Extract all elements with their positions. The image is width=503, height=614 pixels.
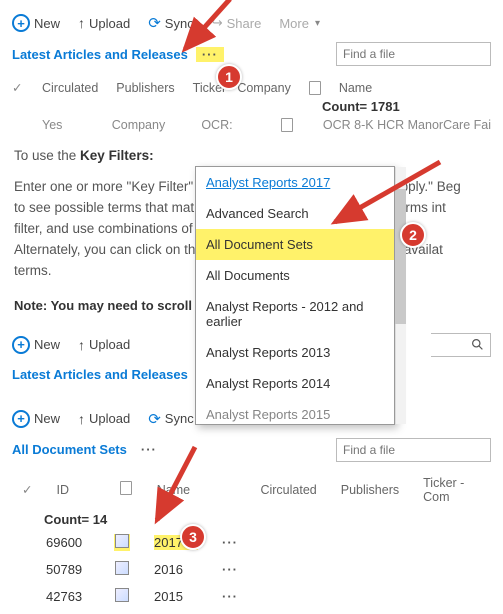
- upload-button-2[interactable]: ↑Upload: [78, 337, 130, 353]
- search-box-2-partial[interactable]: [431, 333, 491, 357]
- docset-icon: [115, 588, 129, 602]
- dd-item-analyst-2014[interactable]: Analyst Reports 2014: [196, 368, 394, 399]
- sync-button-3[interactable]: ⟳Sync: [148, 410, 193, 428]
- col-name[interactable]: Name: [339, 81, 372, 95]
- file-type-icon: [120, 481, 132, 495]
- table-row[interactable]: 50789 2016 ···: [12, 556, 491, 583]
- plus-icon: +: [12, 14, 30, 32]
- row-name[interactable]: 2015: [154, 589, 198, 604]
- search-input-3[interactable]: [343, 443, 498, 457]
- col-circulated-3[interactable]: Circulated: [260, 483, 316, 497]
- view-title-2[interactable]: Latest Articles and Releases: [12, 367, 188, 382]
- col-ticker-3[interactable]: Ticker - Com: [423, 476, 485, 504]
- file-type-icon: [309, 81, 321, 95]
- search-box-3[interactable]: [336, 438, 491, 462]
- plus-icon: +: [12, 410, 30, 428]
- count-row-1: Count= 1781: [12, 99, 491, 118]
- docset-icon: [115, 561, 129, 575]
- upload-button-3[interactable]: ↑Upload: [78, 411, 130, 427]
- section-3: +New ↑Upload ⟳Sync ↪Share More▾ All Docu…: [0, 394, 503, 614]
- dd-item-analyst-2012-earlier[interactable]: Analyst Reports - 2012 and earlier: [196, 291, 394, 337]
- new-button-3[interactable]: +New: [12, 410, 60, 428]
- row-name[interactable]: 2016: [154, 562, 198, 577]
- docset-icon: [115, 534, 129, 548]
- row-id: 42763: [46, 589, 90, 604]
- more-button[interactable]: More▾: [279, 16, 320, 31]
- view-title-3[interactable]: All Document Sets: [12, 442, 127, 457]
- table-row[interactable]: 42763 2015 ···: [12, 583, 491, 610]
- callout-1: 1: [216, 64, 242, 90]
- col-id[interactable]: ID: [56, 483, 94, 497]
- upload-icon: ↑: [78, 411, 85, 427]
- file-icon: [281, 118, 293, 132]
- callout-3: 3: [180, 524, 206, 550]
- dd-item-analyst-2013[interactable]: Analyst Reports 2013: [196, 337, 394, 368]
- new-button-2[interactable]: +New: [12, 336, 60, 354]
- row-menu-ellipsis[interactable]: ···: [222, 589, 238, 604]
- upload-icon: ↑: [78, 15, 85, 31]
- table-row[interactable]: 69600 2017 ···: [12, 529, 491, 556]
- select-all-check-3[interactable]: ✓: [22, 482, 32, 497]
- col-publishers[interactable]: Publishers: [116, 81, 174, 95]
- callout-2: 2: [400, 222, 426, 248]
- new-button[interactable]: +New: [12, 14, 60, 32]
- sync-icon: ⟳: [148, 14, 161, 32]
- search-input-1[interactable]: [343, 47, 498, 61]
- upload-button[interactable]: ↑Upload: [78, 15, 130, 31]
- data-row-preview: Yes Company OCR: OCR 8-K HCR ManorCare F…: [12, 118, 491, 132]
- chevron-down-icon: ▾: [315, 18, 320, 29]
- col-ticker[interactable]: Ticker - Company: [193, 81, 291, 95]
- column-headers-1: ✓ Circulated Publishers Ticker - Company…: [12, 74, 491, 99]
- select-all-check[interactable]: ✓: [12, 80, 24, 95]
- search-box-1[interactable]: [336, 42, 491, 66]
- sync-icon: ⟳: [148, 410, 161, 428]
- upload-icon: ↑: [78, 337, 85, 353]
- column-headers-3: ✓ ID Name Circulated Publishers Ticker -…: [12, 470, 491, 508]
- col-circulated[interactable]: Circulated: [42, 81, 98, 95]
- search-icon[interactable]: [471, 338, 484, 351]
- row-menu-ellipsis[interactable]: ···: [222, 562, 238, 577]
- dd-item-all-documents[interactable]: All Documents: [196, 260, 394, 291]
- dd-item-analyst-2015[interactable]: Analyst Reports 2015: [196, 399, 394, 424]
- col-publishers-3[interactable]: Publishers: [341, 483, 399, 497]
- plus-icon: +: [12, 336, 30, 354]
- row-id: 50789: [46, 562, 90, 577]
- row-menu-ellipsis[interactable]: ···: [222, 535, 238, 550]
- count-row-3: Count= 14: [12, 508, 491, 529]
- row-id: 69600: [46, 535, 90, 550]
